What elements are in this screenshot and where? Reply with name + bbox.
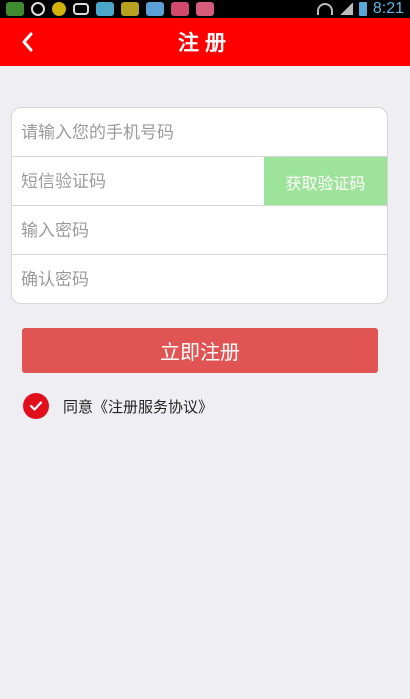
checkmark-icon bbox=[29, 401, 43, 411]
app-notification-icon bbox=[6, 2, 24, 16]
status-time: 8:21 bbox=[372, 0, 404, 17]
agreement-checkbox[interactable] bbox=[23, 393, 49, 419]
notification-icons bbox=[6, 2, 214, 16]
app-notification-icon bbox=[171, 2, 189, 16]
system-icons: 8:21 bbox=[316, 0, 404, 18]
confirm-password-row bbox=[12, 255, 387, 303]
phone-row bbox=[12, 108, 387, 157]
signal-icon bbox=[338, 3, 353, 15]
app-notification-icon bbox=[196, 2, 214, 16]
app-notification-icon bbox=[146, 2, 164, 16]
battery-icon bbox=[358, 2, 367, 16]
password-row bbox=[12, 206, 387, 255]
chevron-left-icon bbox=[22, 32, 33, 52]
back-button[interactable] bbox=[12, 26, 42, 58]
header-bar: 注册 bbox=[0, 18, 410, 66]
get-sms-code-button[interactable]: 获取验证码 bbox=[264, 157, 387, 206]
status-bar: 8:21 bbox=[0, 0, 410, 18]
sms-code-input[interactable] bbox=[21, 171, 261, 192]
terms-link[interactable]: 《注册服务协议》 bbox=[93, 398, 213, 416]
agreement-prefix: 同意 bbox=[63, 397, 94, 416]
confirm-password-input[interactable] bbox=[21, 269, 261, 290]
app-notification-icon bbox=[52, 2, 66, 16]
search-icon bbox=[31, 2, 45, 16]
page-title: 注册 bbox=[178, 31, 232, 55]
cat-icon bbox=[73, 3, 89, 15]
agreement-row: 同意《注册服务协议》 bbox=[23, 392, 213, 420]
phone-input[interactable] bbox=[21, 122, 261, 143]
register-button[interactable]: 立即注册 bbox=[22, 328, 378, 373]
registration-form: 获取验证码 bbox=[11, 107, 388, 304]
wifi-icon bbox=[316, 3, 333, 15]
app-notification-icon bbox=[96, 2, 114, 16]
password-input[interactable] bbox=[21, 220, 261, 241]
app-notification-icon bbox=[121, 2, 139, 16]
